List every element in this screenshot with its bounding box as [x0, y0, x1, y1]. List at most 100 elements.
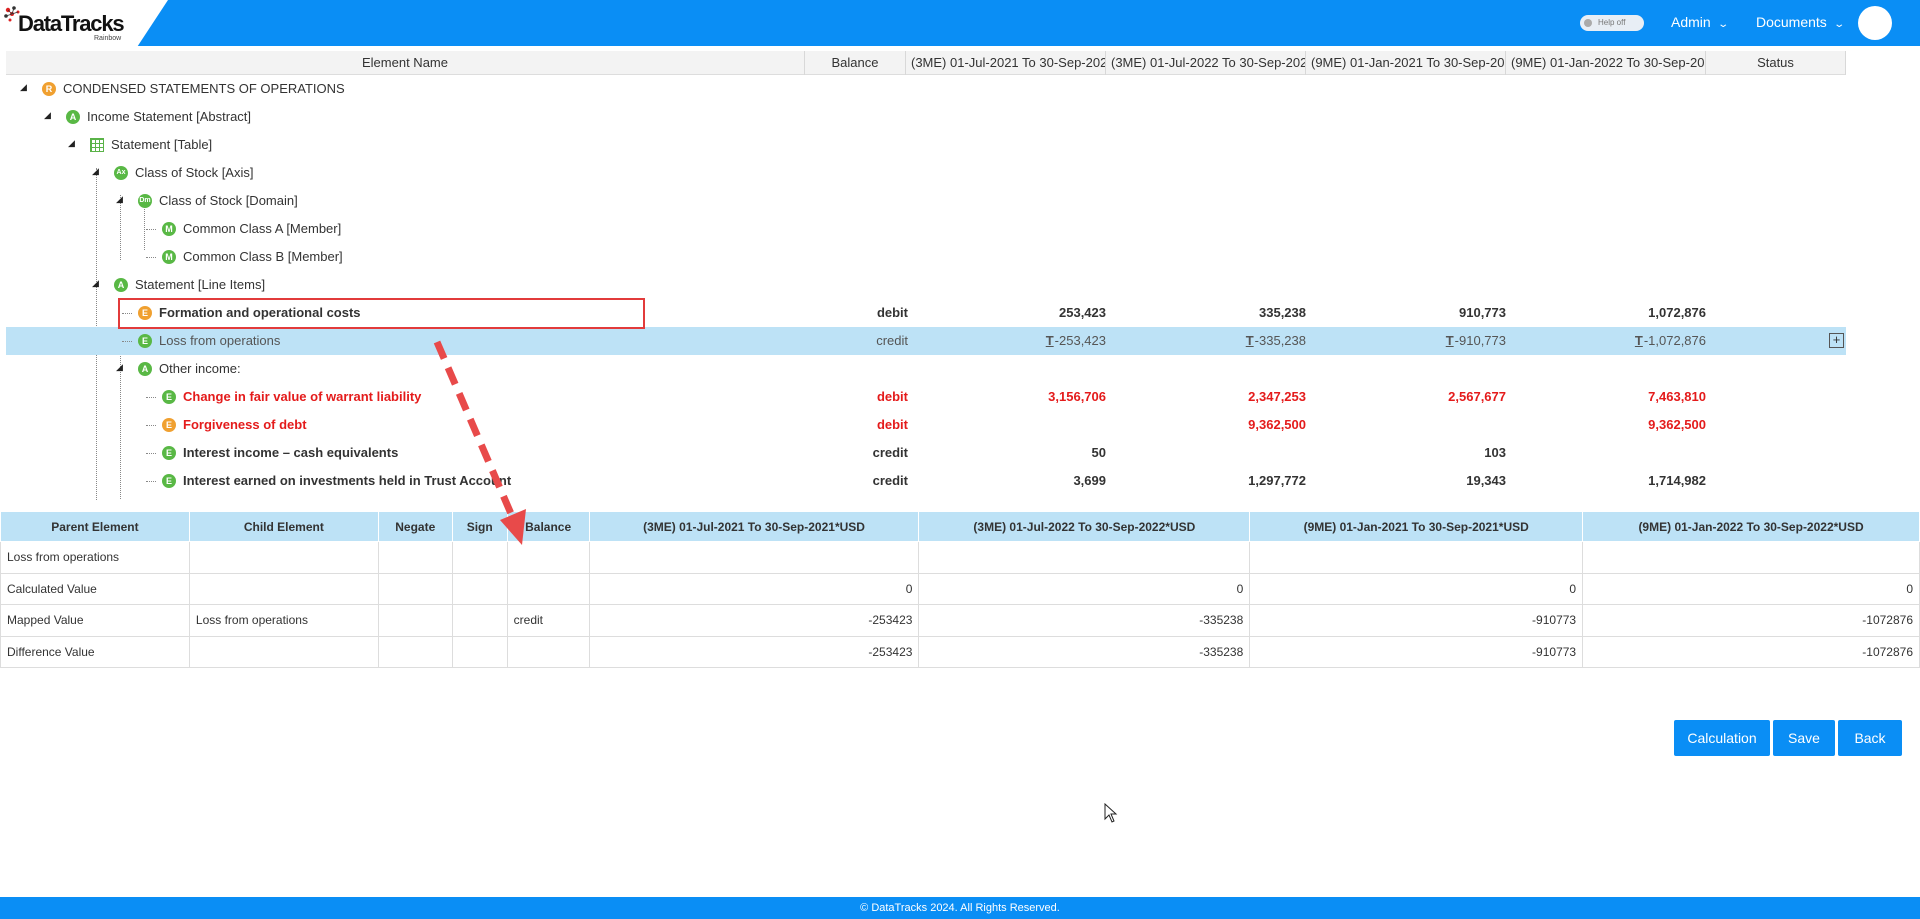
documents-menu-label: Documents [1756, 14, 1827, 30]
logo-subtitle: Rainbow [94, 35, 122, 42]
value-period-3[interactable]: 19,343 [1466, 467, 1506, 495]
tree-row[interactable]: E Change in fair value of warrant liabil… [6, 383, 1846, 411]
table-icon [90, 138, 104, 152]
value-period-3[interactable]: 103 [1484, 439, 1506, 467]
calculation-icon: T [1634, 333, 1643, 348]
avatar[interactable] [1858, 6, 1892, 40]
value-cell: -1072876 [1582, 635, 1920, 668]
collapse-icon[interactable]: ◢ [116, 362, 123, 373]
sign-cell[interactable] [451, 604, 508, 637]
back-button[interactable]: Back [1838, 720, 1902, 756]
collapse-icon[interactable]: ◢ [68, 138, 75, 149]
negate-cell[interactable] [377, 572, 453, 605]
value-period-2[interactable]: 1,297,772 [1248, 467, 1306, 495]
documents-menu[interactable]: Documents ⌄ [1756, 14, 1845, 30]
value-text: -1,072,876 [1643, 333, 1706, 348]
tree-row-label: Statement [Line Items] [135, 277, 266, 292]
table-row[interactable]: Calculated Value 0 0 0 0 [0, 572, 1920, 605]
value-period-2[interactable]: 9,362,500 [1248, 411, 1306, 439]
value-period-4[interactable]: 9,362,500 [1648, 411, 1706, 439]
column-header-balance: Balance [506, 511, 590, 542]
value-period-1[interactable]: T-253,423 [1046, 327, 1106, 355]
sign-cell[interactable] [451, 541, 508, 574]
value-period-1[interactable]: 3,156,706 [1048, 383, 1106, 411]
value-cell: 0 [588, 572, 920, 605]
tree-row[interactable]: M Common Class B [Member] [6, 243, 1846, 271]
axis-icon: Ax [114, 166, 128, 180]
value-period-1[interactable]: 3,699 [1073, 467, 1106, 495]
element-icon: E [162, 474, 176, 488]
table-row[interactable]: Difference Value -253423 -335238 -910773… [0, 635, 1920, 668]
value-period-1[interactable]: 50 [1092, 439, 1106, 467]
calculation-icon: T [1045, 333, 1054, 348]
column-header-balance[interactable]: Balance [805, 51, 906, 75]
tree-row[interactable]: ◢ A Statement [Line Items] [6, 271, 1846, 299]
tree-row-selected[interactable]: E Loss from operations credit T-253,423 … [6, 327, 1846, 355]
column-header-period-2[interactable]: (3ME) 01-Jul-2022 To 30-Sep-2022 [1106, 51, 1306, 75]
column-header-period-4[interactable]: (9ME) 01-Jan-2022 To 30-Sep-2022 [1506, 51, 1706, 75]
tree-row[interactable]: E Forgiveness of debt debit 9,362,500 9,… [6, 411, 1846, 439]
negate-cell[interactable] [377, 604, 453, 637]
logo[interactable]: DataTracks Rainbow [0, 0, 168, 46]
parent-element-cell: Calculated Value [0, 572, 190, 605]
column-header-child-element: Child Element [188, 511, 379, 542]
value-cell: -335238 [918, 604, 1251, 637]
balance-value: credit [872, 473, 908, 488]
column-header-period-3[interactable]: (9ME) 01-Jan-2021 To 30-Sep-2021 [1306, 51, 1506, 75]
column-header-period-1: (3ME) 01-Jul-2021 To 30-Sep-2021*USD [588, 511, 920, 542]
collapse-icon[interactable]: ◢ [116, 194, 123, 205]
tree-row[interactable]: ◢ A Other income: [6, 355, 1846, 383]
help-toggle[interactable]: Help off [1580, 15, 1644, 31]
negate-cell[interactable] [377, 541, 453, 574]
value-cell: -910773 [1249, 635, 1584, 668]
value-period-4[interactable]: 7,463,810 [1648, 383, 1706, 411]
element-icon: E [138, 334, 152, 348]
balance-value: credit [872, 445, 908, 460]
tree-row-label: Statement [Table] [111, 137, 213, 152]
calculation-button[interactable]: Calculation [1674, 720, 1770, 756]
collapse-icon[interactable]: ◢ [44, 110, 51, 121]
value-period-2[interactable]: T-335,238 [1246, 327, 1306, 355]
column-header-period-4: (9ME) 01-Jan-2022 To 30-Sep-2022*USD [1582, 511, 1920, 542]
collapse-icon[interactable]: ◢ [92, 166, 99, 177]
calculation-table: Parent Element Child Element Negate Sign… [0, 511, 1920, 668]
value-period-3[interactable]: T-910,773 [1446, 327, 1506, 355]
column-header-status[interactable]: Status [1706, 51, 1846, 75]
tree-row[interactable]: M Common Class A [Member] [6, 215, 1846, 243]
collapse-icon[interactable]: ◢ [20, 82, 27, 93]
column-header-period-1[interactable]: (3ME) 01-Jul-2021 To 30-Sep-2021 [906, 51, 1106, 75]
save-button[interactable]: Save [1773, 720, 1835, 756]
value-period-2[interactable]: 335,238 [1259, 299, 1306, 327]
value-period-3[interactable]: 910,773 [1459, 299, 1506, 327]
value-cell: 0 [1582, 572, 1920, 605]
tree-row[interactable]: ◢ A Income Statement [Abstract] [6, 103, 1846, 131]
chevron-down-icon: ⌄ [1833, 19, 1845, 30]
chevron-down-icon: ⌄ [1717, 19, 1729, 30]
expand-plus-icon[interactable]: + [1829, 333, 1844, 348]
value-period-3[interactable]: 2,567,677 [1448, 383, 1506, 411]
tree-row[interactable]: E Interest earned on investments held in… [6, 467, 1846, 495]
column-header-element-name[interactable]: Element Name [6, 51, 805, 75]
collapse-icon[interactable]: ◢ [92, 278, 99, 289]
tree-row[interactable]: E Interest income – cash equivalents cre… [6, 439, 1846, 467]
highlight-box [118, 298, 645, 329]
tree-row[interactable]: ◢ R CONDENSED STATEMENTS OF OPERATIONS [6, 75, 1846, 103]
value-period-1[interactable]: 253,423 [1059, 299, 1106, 327]
parent-element-cell: Mapped Value [0, 604, 190, 637]
value-period-4[interactable]: T-1,072,876 [1635, 327, 1706, 355]
value-period-4[interactable]: 1,714,982 [1648, 467, 1706, 495]
tree-row-label: Class of Stock [Domain] [159, 193, 298, 208]
table-row[interactable]: Mapped Value Loss from operations credit… [0, 604, 1920, 637]
negate-cell[interactable] [377, 635, 453, 668]
tree-row[interactable]: ◢ Ax Class of Stock [Axis] [6, 159, 1846, 187]
table-row[interactable]: Loss from operations [0, 541, 1920, 574]
admin-menu[interactable]: Admin ⌄ [1671, 14, 1729, 30]
sign-cell[interactable] [451, 635, 508, 668]
sign-cell[interactable] [451, 572, 508, 605]
value-period-4[interactable]: 1,072,876 [1648, 299, 1706, 327]
tree-row[interactable]: ◢ Statement [Table] [6, 131, 1846, 159]
value-text: -335,238 [1254, 333, 1306, 348]
value-period-2[interactable]: 2,347,253 [1248, 383, 1306, 411]
tree-row[interactable]: ◢ Dm Class of Stock [Domain] [6, 187, 1846, 215]
element-icon: E [162, 418, 176, 432]
